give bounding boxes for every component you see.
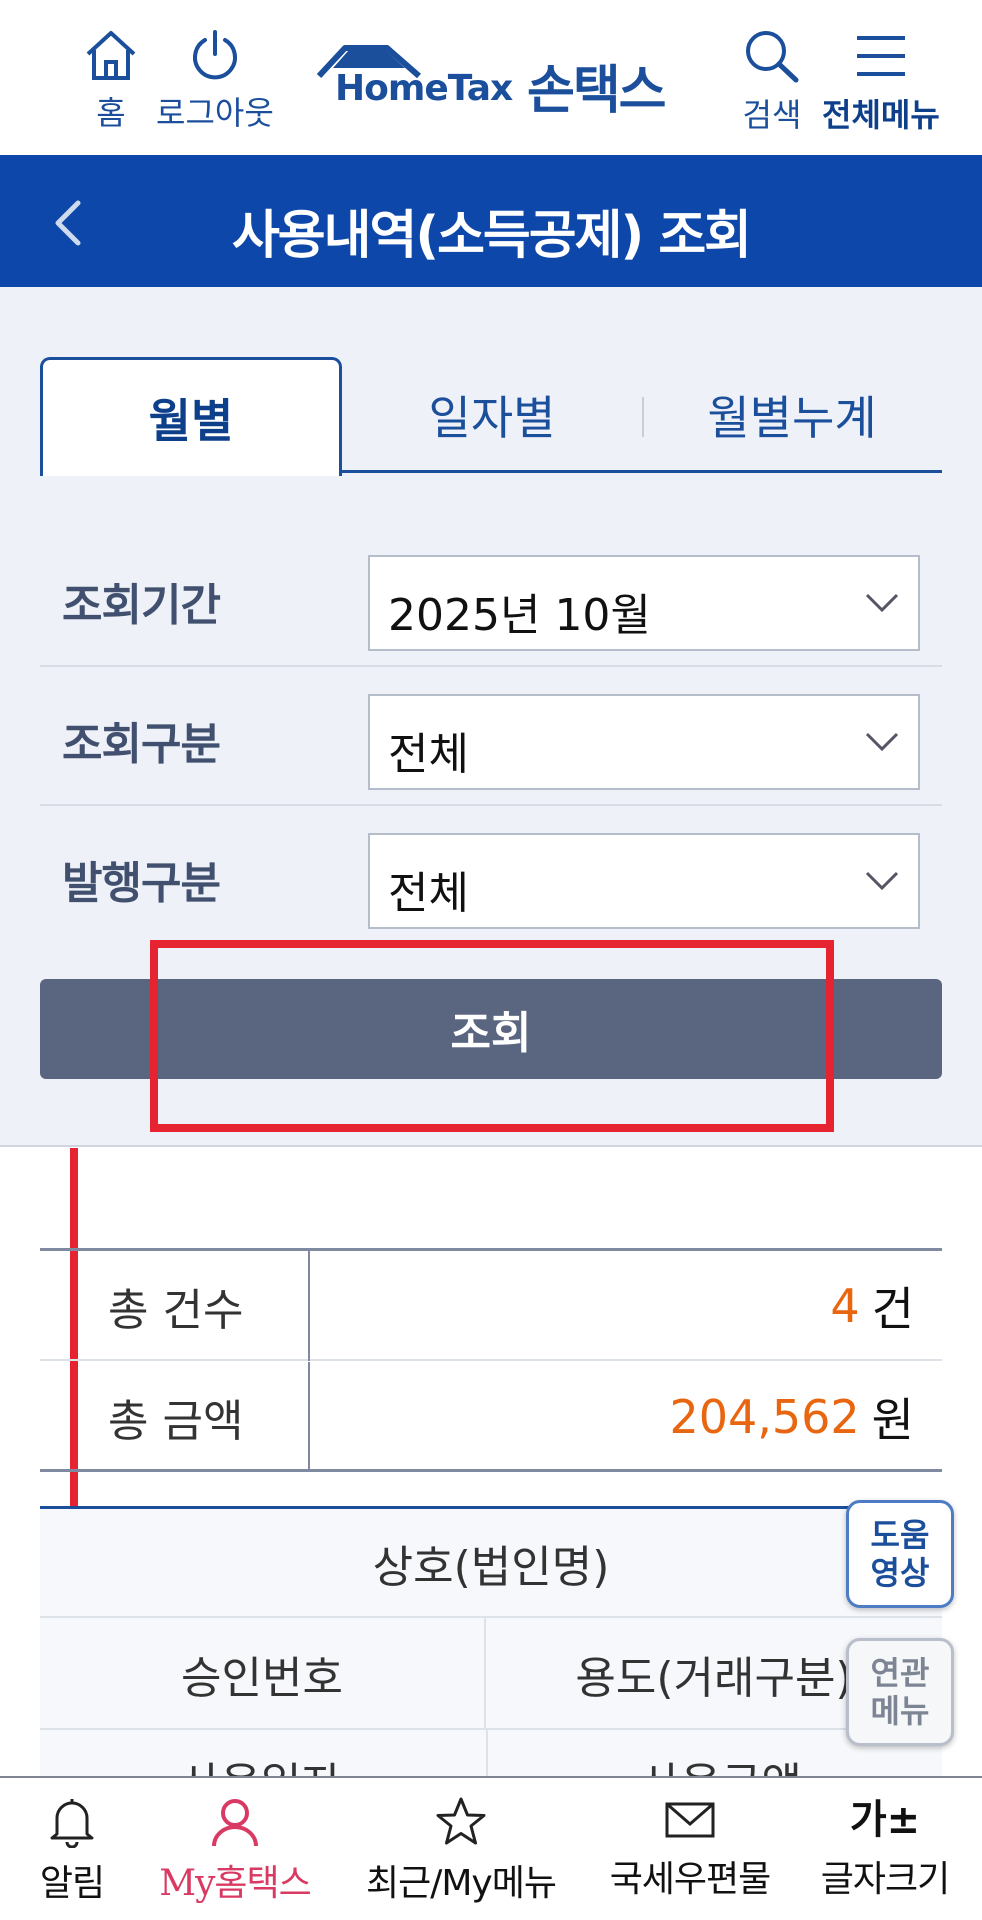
list-header-row: 승인번호 용도(거래구분) xyxy=(40,1618,942,1730)
nav-tax-mail[interactable]: 국세우편물 xyxy=(596,1778,784,1920)
related-menu-label-1: 연관 xyxy=(870,1654,930,1692)
logo-korean-text: 손택스 xyxy=(527,61,667,121)
tab-daily[interactable]: 일자별 xyxy=(342,357,642,473)
home-icon xyxy=(86,31,136,80)
column-divider xyxy=(486,1730,488,1780)
issue-select[interactable]: 전체 xyxy=(368,833,920,929)
list-header-row-partial: 사용일자 사용금액 xyxy=(40,1730,942,1780)
help-video-label-1: 도움 xyxy=(870,1516,930,1554)
nav-recent-my-menu-label: 최근/My메뉴 xyxy=(366,1863,557,1904)
total-amount-number: 204,562 xyxy=(669,1390,860,1444)
home-button[interactable]: 홈 xyxy=(82,28,140,134)
nav-my-hometax-label: My홈택스 xyxy=(159,1863,312,1904)
total-amount-label: 총 금액 xyxy=(40,1362,310,1472)
summary-table: 총 건수 4 건 총 금액 204,562 원 xyxy=(40,1248,942,1472)
total-count-unit: 건 xyxy=(871,1282,914,1336)
total-amount-unit: 원 xyxy=(871,1393,914,1447)
nav-alarm-label: 알림 xyxy=(39,1863,105,1904)
related-menu-label-2: 메뉴 xyxy=(870,1692,930,1730)
related-menu-button[interactable]: 연관 메뉴 xyxy=(846,1638,954,1746)
total-amount-value: 204,562 원 xyxy=(669,1362,914,1472)
period-select[interactable]: 2025년 10월 xyxy=(368,555,920,651)
nav-recent-my-menu[interactable]: 최근/My메뉴 xyxy=(348,1778,574,1920)
nav-tax-mail-label: 국세우편물 xyxy=(609,1859,772,1900)
period-label: 조회기간 xyxy=(62,580,221,631)
list-header-merchant: 상호(법인명) xyxy=(40,1506,942,1618)
top-header: 홈 로그아웃 HomeTax 손택스 검색 전체메뉴 xyxy=(0,0,982,155)
chevron-down-icon xyxy=(865,732,899,752)
title-bar: 사용내역(소득공제) 조회 xyxy=(0,155,982,287)
font-size-icon: 가± xyxy=(849,1797,921,1843)
page-title: 사용내역(소득공제) 조회 xyxy=(231,206,752,266)
type-label: 조회구분 xyxy=(62,719,221,770)
logout-label: 로그아웃 xyxy=(156,94,274,132)
filter-row-issue: 발행구분 전체 xyxy=(40,807,942,945)
summary-row-count: 총 건수 4 건 xyxy=(40,1251,942,1361)
tab-monthly[interactable]: 월별 xyxy=(40,357,342,476)
help-video-button[interactable]: 도움 영상 xyxy=(846,1500,954,1608)
full-menu-button[interactable]: 전체메뉴 xyxy=(822,28,940,136)
hometax-logo[interactable]: HomeTax 손택스 xyxy=(315,42,675,121)
home-label: 홈 xyxy=(96,94,126,132)
nav-alarm[interactable]: 알림 xyxy=(22,1778,122,1920)
total-count-number: 4 xyxy=(830,1279,860,1333)
hamburger-menu-icon xyxy=(856,36,905,76)
filter-row-period: 조회기간 2025년 10월 xyxy=(40,529,942,667)
filter-row-type: 조회구분 전체 xyxy=(40,668,942,806)
help-video-label-2: 영상 xyxy=(870,1554,930,1592)
logout-button[interactable]: 로그아웃 xyxy=(156,28,274,134)
nav-my-hometax[interactable]: My홈택스 xyxy=(140,1778,330,1920)
total-count-value: 4 건 xyxy=(830,1251,914,1361)
star-icon xyxy=(436,1797,486,1845)
total-count-label: 총 건수 xyxy=(40,1251,310,1361)
logo-text: HomeTax xyxy=(335,68,513,109)
bottom-nav: 알림 My홈택스 최근/My메뉴 국세우편물 가± 글자크기 xyxy=(0,1776,982,1920)
highlight-annotation-box xyxy=(150,940,834,1132)
bell-icon xyxy=(50,1799,94,1848)
issue-value: 전체 xyxy=(388,868,469,919)
power-icon xyxy=(192,30,237,80)
mail-icon xyxy=(665,1802,715,1838)
chevron-down-icon xyxy=(865,593,899,613)
summary-row-amount: 총 금액 204,562 원 xyxy=(40,1362,942,1472)
type-value: 전체 xyxy=(388,729,469,780)
search-button[interactable]: 검색 xyxy=(742,28,802,136)
nav-font-size-label: 글자크기 xyxy=(820,1859,950,1900)
type-select[interactable]: 전체 xyxy=(368,694,920,790)
chevron-down-icon xyxy=(865,871,899,891)
user-icon xyxy=(212,1799,258,1847)
period-value: 2025년 10월 xyxy=(388,590,651,641)
issue-label: 발행구분 xyxy=(62,858,221,909)
nav-font-size[interactable]: 가± 글자크기 xyxy=(810,1778,960,1920)
full-menu-label: 전체메뉴 xyxy=(822,96,940,134)
tab-monthly-cumulative[interactable]: 월별누계 xyxy=(642,357,942,473)
list-header-approval-no: 승인번호 xyxy=(40,1618,486,1730)
period-tabs: 월별 일자별 월별누계 xyxy=(40,357,942,476)
search-label: 검색 xyxy=(742,96,802,134)
search-icon xyxy=(746,31,799,83)
